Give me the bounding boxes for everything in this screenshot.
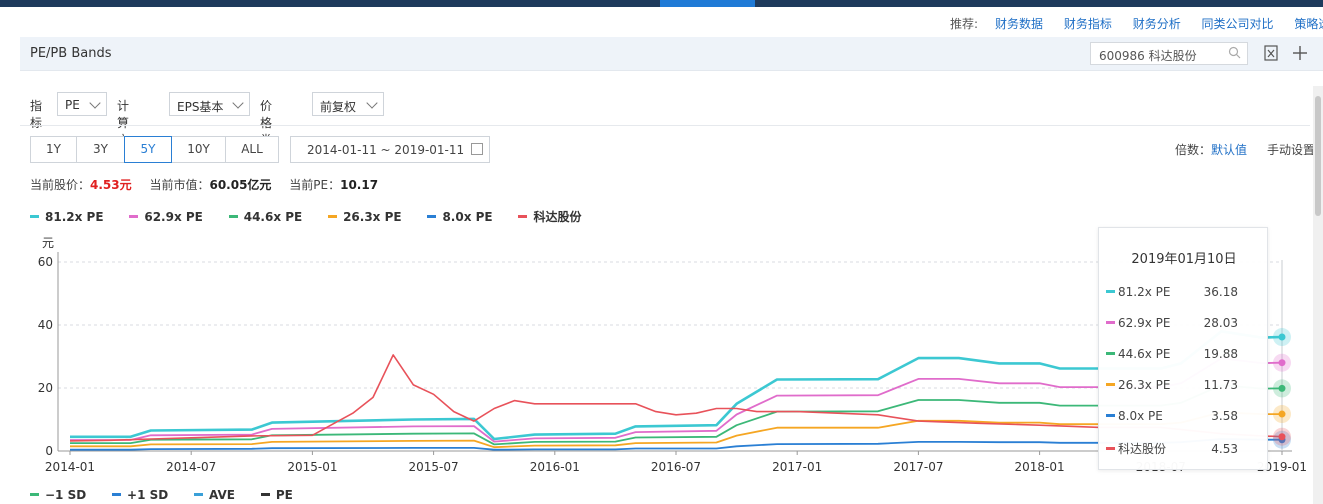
series-hover-marker-3 (1278, 410, 1286, 418)
tooltip-series-name: 26.3x PE (1118, 378, 1171, 392)
y-tick-label: 60 (38, 255, 53, 269)
series-hover-marker-5 (1278, 433, 1286, 441)
tooltip-swatch (1106, 290, 1115, 293)
tooltip-series-value: 36.18 (1203, 285, 1238, 299)
tooltip-swatch (1106, 414, 1115, 417)
tooltip-row: 26.3x PE 11.73 (1106, 378, 1238, 394)
x-tick-label: 2015-01 (287, 460, 337, 474)
tooltip-row: 44.6x PE 19.88 (1106, 347, 1238, 363)
tooltip-series-name: 81.2x PE (1118, 285, 1171, 299)
tooltip-row: 科达股份 4.53 (1106, 440, 1238, 456)
x-tick-label: 2018-01 (1015, 460, 1065, 474)
tooltip-series-value: 3.58 (1211, 409, 1238, 423)
tooltip-row: 62.9x PE 28.03 (1106, 316, 1238, 332)
tooltip-swatch (1106, 447, 1115, 450)
series-hover-marker-0 (1278, 333, 1286, 341)
x-tick-label: 2017-01 (772, 460, 822, 474)
page-scrollbar[interactable] (1313, 86, 1323, 504)
y-tick-label: 0 (45, 444, 53, 458)
x-tick-label: 2014-07 (166, 460, 216, 474)
tooltip-series-value: 19.88 (1203, 347, 1238, 361)
tooltip-swatch (1106, 383, 1115, 386)
tooltip-series-name: 8.0x PE (1118, 409, 1163, 423)
range-5y-button[interactable]: 5Y (124, 136, 172, 163)
scrollbar-thumb[interactable] (1315, 96, 1321, 216)
x-tick-label: 2014-01 (45, 460, 95, 474)
tooltip-series-value: 11.73 (1203, 378, 1238, 392)
chart-tooltip: 2019年01月10日 81.2x PE 36.18 62.9x PE 28.03 44… (1098, 227, 1268, 470)
tooltip-series-name: 科达股份 (1118, 442, 1167, 456)
tooltip-row: 81.2x PE 36.18 (1106, 285, 1238, 301)
y-tick-label: 40 (38, 318, 53, 332)
x-tick-label: 2016-07 (651, 460, 701, 474)
x-tick-label: 2016-01 (530, 460, 580, 474)
tooltip-series-value: 28.03 (1203, 316, 1238, 330)
series-hover-marker-1 (1278, 359, 1286, 367)
tooltip-series-name: 62.9x PE (1118, 316, 1171, 330)
tooltip-row: 8.0x PE 3.58 (1106, 409, 1238, 425)
x-tick-label: 2017-07 (893, 460, 943, 474)
tooltip-series-name: 44.6x PE (1118, 347, 1171, 361)
y-axis-unit-label: 元 (42, 236, 54, 250)
tooltip-swatch (1106, 321, 1115, 324)
x-tick-label: 2015-07 (409, 460, 459, 474)
tooltip-series-value: 4.53 (1211, 442, 1238, 456)
y-tick-label: 20 (38, 381, 53, 395)
tooltip-date: 2019年01月10日 (1131, 252, 1237, 267)
series-hover-marker-2 (1278, 384, 1286, 392)
tooltip-swatch (1106, 352, 1115, 355)
